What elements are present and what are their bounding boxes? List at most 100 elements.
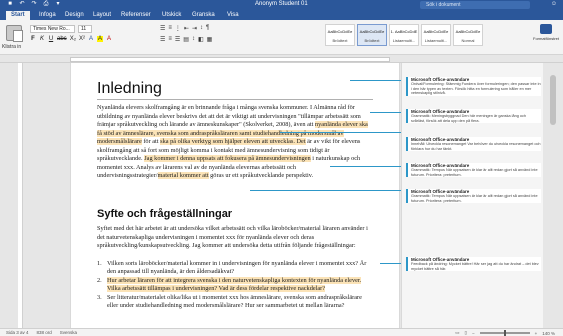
print-icon[interactable]: ⎙ [42, 1, 50, 8]
style-sample: AaBbCcDdEe [455, 29, 481, 34]
language-indicator[interactable]: Svenska [60, 330, 77, 335]
comment-connector [370, 112, 401, 113]
paragraph-row-1: ☰ ≡ ⋮ ⇤ ⇥ ↕ ¶ [160, 25, 209, 32]
scrollbar-thumb[interactable] [550, 75, 556, 125]
paragraph-intro[interactable]: Nyanlända elevers skolframgång är en bri… [97, 104, 373, 204]
font-size-select[interactable]: 11 [78, 25, 92, 33]
title-bar: ■ ↶ ↷ ⎙ ▾ Anonym Student 01 Sök i dokume… [0, 0, 563, 10]
ribbon: Klistra in Times New Ro... 11 F K U abc … [0, 20, 563, 55]
comment-connector [350, 80, 401, 81]
word-count[interactable]: 838 ord [37, 330, 52, 335]
paste-icon[interactable] [6, 25, 23, 42]
font-name-select[interactable]: Times New Ro... [30, 25, 75, 33]
style-card-selected[interactable]: AaBbCcDdEe Brödtext [357, 24, 387, 46]
web-layout-icon[interactable]: ▯ [464, 330, 466, 336]
more-icon[interactable]: ▾ [54, 1, 62, 8]
style-card[interactable]: AaBbCcDdEe Listaemulti... [421, 24, 451, 46]
list-text: Hur arbetar läraren för att integrera sv… [107, 277, 362, 292]
search-input[interactable]: Sök i dokument [420, 1, 530, 9]
tab-design[interactable]: Design [60, 11, 89, 20]
increase-indent-icon[interactable]: ⇥ [192, 25, 197, 32]
style-card[interactable]: 1. AaBbCcDdE Listaemulti... [389, 24, 419, 46]
vertical-scrollbar[interactable] [543, 63, 563, 328]
comment-balloon[interactable]: Microsoft Office-användare Ordval/Formul… [406, 77, 541, 96]
paragraph-purpose[interactable]: Syftet med det här arbetet är att unders… [97, 225, 373, 259]
status-bar: Sida 3 av 4 838 ord Svenska ▭ ▯ − + 140 … [0, 328, 563, 336]
list-item[interactable]: 3. Ser litteratur/materialet olika/lika u… [97, 294, 373, 310]
strikethrough-button[interactable]: abc [57, 36, 67, 42]
justify-icon[interactable]: ▤ [183, 36, 189, 43]
style-sample: 1. AaBbCcDdE [390, 29, 418, 34]
zoom-out-icon[interactable]: − [472, 331, 475, 336]
align-right-icon[interactable]: ☰ [175, 36, 180, 43]
tab-visa[interactable]: Visa [222, 11, 244, 20]
tab-granska[interactable]: Granska [187, 11, 220, 20]
user-icon[interactable]: ☺ [551, 1, 557, 7]
sort-icon[interactable]: ↕ [200, 25, 203, 32]
align-left-icon[interactable]: ☰ [160, 36, 165, 43]
undo-icon[interactable]: ↶ [18, 1, 26, 8]
decrease-indent-icon[interactable]: ⇤ [184, 25, 189, 32]
style-card[interactable]: AaBbCcDdEe Brödtext [325, 24, 355, 46]
comment-balloon[interactable]: Microsoft Office-användare Grammatik: Te… [406, 163, 541, 178]
zoom-slider[interactable] [479, 330, 530, 336]
text-run: för att [141, 138, 161, 145]
styles-pane-icon [540, 24, 552, 34]
heading-2[interactable]: Syfte och frågeställningar [97, 208, 232, 220]
list-item[interactable]: 1. Vilken sorts läroböcker/material komme… [97, 260, 373, 276]
list-item[interactable]: 2. Hur arbetar läraren för att integrera … [97, 277, 373, 293]
horizontal-ruler[interactable] [0, 56, 563, 63]
comments-pane: Microsoft Office-användare Ordval/Formul… [401, 63, 543, 328]
list-text: Vilken sorts läroböcker/material kommer … [107, 260, 367, 275]
superscript-button[interactable]: X² [79, 36, 85, 42]
redo-icon[interactable]: ↷ [30, 1, 38, 8]
tab-layout[interactable]: Layout [88, 11, 116, 20]
comment-connector [250, 190, 401, 191]
tab-start[interactable]: Start [6, 11, 30, 20]
zoom-in-icon[interactable]: + [535, 331, 538, 336]
comment-balloon[interactable]: Microsoft Office-användare Innehåll: Utv… [406, 137, 541, 152]
bold-button[interactable]: F [30, 36, 36, 42]
line-spacing-icon[interactable]: ↕ [192, 36, 195, 43]
font-color-button[interactable]: A [106, 36, 112, 42]
tab-referenser[interactable]: Referenser [116, 11, 156, 20]
borders-icon[interactable]: ▦ [207, 36, 213, 43]
list-number: 1. [97, 260, 102, 267]
bullets-icon[interactable]: ☰ [160, 25, 165, 32]
highlight-button[interactable]: A [97, 36, 104, 42]
text-run: göras ur ett språkutvecklande perspektiv… [208, 172, 314, 179]
subscript-button[interactable]: X₂ [70, 36, 76, 42]
comment-balloon[interactable]: Microsoft Office-användare Feedback på ä… [406, 257, 541, 272]
question-list: 1. Vilken sorts läroböcker/material komme… [97, 260, 373, 311]
print-layout-icon[interactable]: ▭ [455, 330, 459, 336]
commented-text[interactable]: ska på olika verktyg som hjälper eleven … [160, 138, 306, 145]
zoom-level[interactable]: 140 % [542, 331, 555, 336]
shading-icon[interactable]: ◧ [198, 36, 204, 43]
comment-balloon[interactable]: Microsoft Office-användare Grammatik: Me… [406, 109, 541, 124]
document-title: Anonym Student 01 [255, 1, 308, 7]
pilcrow-icon[interactable]: ¶ [206, 25, 209, 32]
page-count[interactable]: Sida 3 av 4 [6, 330, 29, 335]
comment-text: Ordval/Formulering: Stämmig Fundera över… [411, 82, 541, 96]
styles-pane-label: Formatfönstret [533, 36, 560, 41]
styles-pane-button[interactable]: Formatfönstret [533, 24, 559, 41]
italic-button[interactable]: K [39, 36, 45, 42]
text-effects-button[interactable]: A [88, 36, 94, 42]
comment-connector [280, 132, 401, 133]
numbering-icon[interactable]: ≡ [168, 25, 172, 32]
style-card[interactable]: AaBbCcDdEe Normal [453, 24, 483, 46]
save-icon[interactable]: ■ [6, 1, 14, 8]
commented-text[interactable]: material kommer att [157, 172, 209, 179]
tab-infoga[interactable]: Infoga [34, 11, 61, 20]
comment-balloon[interactable]: Microsoft Office-användare Grammatik: Te… [406, 189, 541, 204]
format-buttons: F K U abc X₂ X² A A A [30, 36, 112, 42]
underline-button[interactable]: U [48, 36, 54, 42]
tab-utskick[interactable]: Utskick [157, 11, 186, 20]
multilevel-icon[interactable]: ⋮ [175, 25, 181, 32]
comment-text: Feedback på ändring: Mycket bättre! Här … [411, 262, 539, 271]
align-center-icon[interactable]: ≡ [168, 36, 172, 43]
document-page[interactable]: Inledning Nyanlända elevers skolframgång… [70, 63, 400, 328]
heading-1[interactable]: Inledning [97, 80, 162, 98]
vertical-ruler[interactable] [18, 63, 23, 328]
commented-text[interactable]: Jag kommer i denna uppsats att fokusera … [144, 155, 311, 162]
